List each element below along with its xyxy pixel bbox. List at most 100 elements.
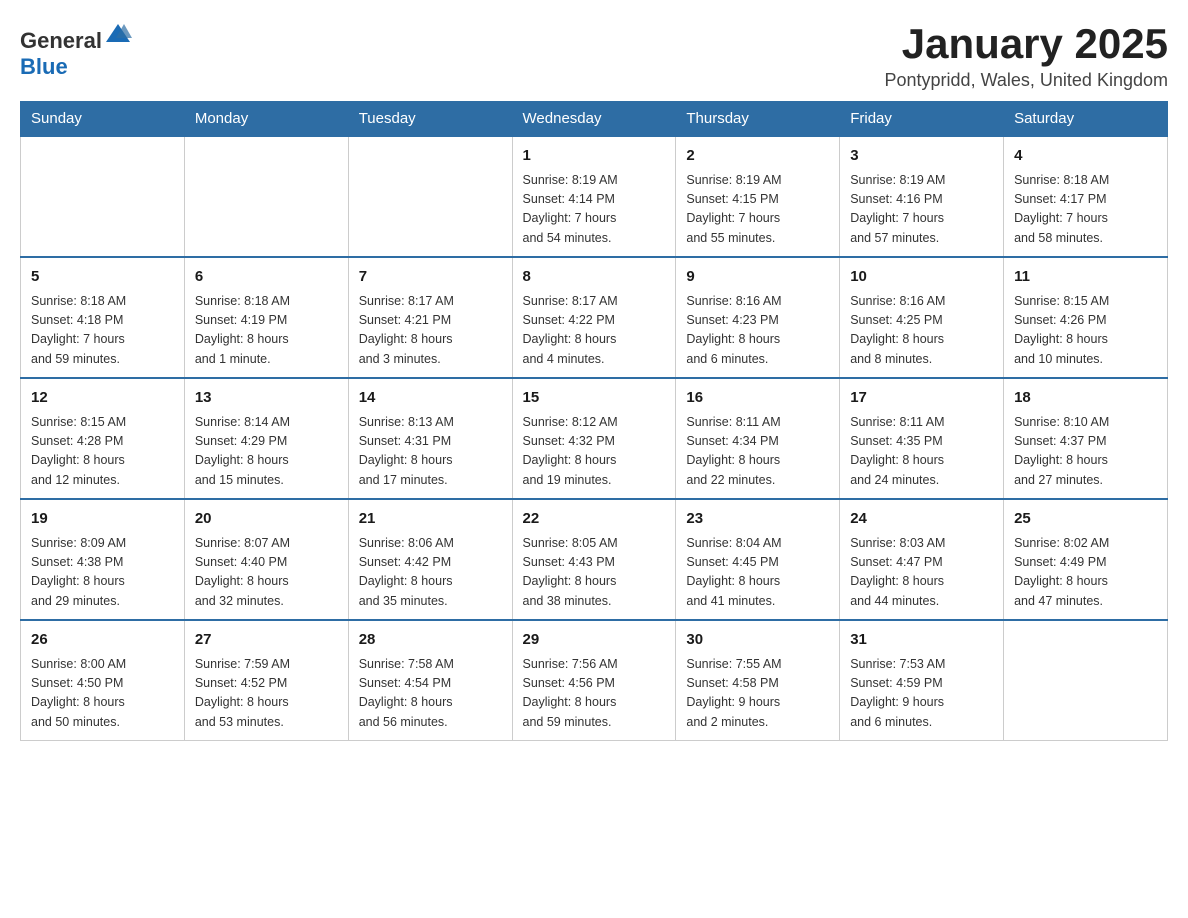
weekday-header-thursday: Thursday: [676, 102, 840, 137]
day-number: 13: [195, 387, 338, 410]
calendar-cell: 14 Sunrise: 8:13 AM Sunset: 4:31 PM Dayli…: [348, 378, 512, 499]
calendar-cell: 12Sunrise: 8:15 AM Sunset: 4:28 PM Dayli…: [21, 378, 185, 499]
day-number: 11: [1014, 266, 1157, 289]
day-number: 23: [686, 508, 829, 531]
day-info: Sunrise: 8:00 AM Sunset: 4:50 PM Dayligh…: [31, 655, 174, 733]
calendar-cell: 9Sunrise: 8:16 AM Sunset: 4:23 PM Daylig…: [676, 257, 840, 378]
day-number: 5: [31, 266, 174, 289]
calendar-cell: 28 Sunrise: 7:58 AM Sunset: 4:54 PM Dayli…: [348, 620, 512, 741]
logo: General Blue: [20, 20, 132, 80]
day-info: Sunrise: 8:13 AM Sunset: 4:31 PM Dayligh…: [359, 413, 502, 491]
calendar-week-2: 5 Sunrise: 8:18 AM Sunset: 4:18 PM Daylig…: [21, 257, 1168, 378]
day-info: Sunrise: 7:55 AM Sunset: 4:58 PM Dayligh…: [686, 655, 829, 733]
calendar-week-3: 12Sunrise: 8:15 AM Sunset: 4:28 PM Dayli…: [21, 378, 1168, 499]
day-info: Sunrise: 8:06 AM Sunset: 4:42 PM Dayligh…: [359, 534, 502, 612]
calendar-cell: 8 Sunrise: 8:17 AM Sunset: 4:22 PM Daylig…: [512, 257, 676, 378]
calendar-cell: 15Sunrise: 8:12 AM Sunset: 4:32 PM Dayli…: [512, 378, 676, 499]
logo-icon: [104, 20, 132, 48]
day-number: 20: [195, 508, 338, 531]
day-number: 24: [850, 508, 993, 531]
page-header: General Blue January 2025 Pontypridd, Wa…: [20, 20, 1168, 91]
day-number: 29: [523, 629, 666, 652]
logo-general: General: [20, 28, 102, 53]
day-info: Sunrise: 8:17 AM Sunset: 4:22 PM Dayligh…: [523, 292, 666, 370]
calendar-cell: 16 Sunrise: 8:11 AM Sunset: 4:34 PM Dayli…: [676, 378, 840, 499]
day-number: 4: [1014, 145, 1157, 168]
day-info: Sunrise: 8:17 AM Sunset: 4:21 PM Dayligh…: [359, 292, 502, 370]
day-info: Sunrise: 7:59 AM Sunset: 4:52 PM Dayligh…: [195, 655, 338, 733]
day-info: Sunrise: 7:58 AM Sunset: 4:54 PM Dayligh…: [359, 655, 502, 733]
day-info: Sunrise: 8:03 AM Sunset: 4:47 PM Dayligh…: [850, 534, 993, 612]
day-number: 14: [359, 387, 502, 410]
day-info: Sunrise: 8:10 AM Sunset: 4:37 PM Dayligh…: [1014, 413, 1157, 491]
day-number: 3: [850, 145, 993, 168]
logo-blue: Blue: [20, 54, 68, 79]
calendar-cell: 23 Sunrise: 8:04 AM Sunset: 4:45 PM Dayli…: [676, 499, 840, 620]
day-number: 31: [850, 629, 993, 652]
calendar-cell: 7Sunrise: 8:17 AM Sunset: 4:21 PM Daylig…: [348, 257, 512, 378]
day-info: Sunrise: 7:56 AM Sunset: 4:56 PM Dayligh…: [523, 655, 666, 733]
weekday-header-wednesday: Wednesday: [512, 102, 676, 137]
day-number: 6: [195, 266, 338, 289]
calendar-cell: 2Sunrise: 8:19 AM Sunset: 4:15 PM Daylig…: [676, 136, 840, 257]
day-number: 25: [1014, 508, 1157, 531]
calendar-cell: 1Sunrise: 8:19 AM Sunset: 4:14 PM Daylig…: [512, 136, 676, 257]
weekday-header-saturday: Saturday: [1004, 102, 1168, 137]
day-number: 26: [31, 629, 174, 652]
calendar-week-4: 19Sunrise: 8:09 AM Sunset: 4:38 PM Dayli…: [21, 499, 1168, 620]
day-number: 10: [850, 266, 993, 289]
day-number: 18: [1014, 387, 1157, 410]
calendar-cell: 20 Sunrise: 8:07 AM Sunset: 4:40 PM Dayli…: [184, 499, 348, 620]
location: Pontypridd, Wales, United Kingdom: [885, 70, 1168, 91]
day-info: Sunrise: 8:18 AM Sunset: 4:18 PM Dayligh…: [31, 292, 174, 370]
day-info: Sunrise: 8:19 AM Sunset: 4:14 PM Dayligh…: [523, 171, 666, 249]
day-number: 30: [686, 629, 829, 652]
day-info: Sunrise: 8:19 AM Sunset: 4:16 PM Dayligh…: [850, 171, 993, 249]
calendar-week-5: 26 Sunrise: 8:00 AM Sunset: 4:50 PM Dayli…: [21, 620, 1168, 741]
day-info: Sunrise: 8:18 AM Sunset: 4:19 PM Dayligh…: [195, 292, 338, 370]
day-number: 17: [850, 387, 993, 410]
day-number: 8: [523, 266, 666, 289]
day-info: Sunrise: 8:16 AM Sunset: 4:23 PM Dayligh…: [686, 292, 829, 370]
day-info: Sunrise: 8:11 AM Sunset: 4:35 PM Dayligh…: [850, 413, 993, 491]
day-info: Sunrise: 8:16 AM Sunset: 4:25 PM Dayligh…: [850, 292, 993, 370]
weekday-header-sunday: Sunday: [21, 102, 185, 137]
day-info: Sunrise: 8:02 AM Sunset: 4:49 PM Dayligh…: [1014, 534, 1157, 612]
calendar-cell: [21, 136, 185, 257]
day-number: 16: [686, 387, 829, 410]
day-number: 15: [523, 387, 666, 410]
calendar-cell: 11 Sunrise: 8:15 AM Sunset: 4:26 PM Dayli…: [1004, 257, 1168, 378]
day-number: 2: [686, 145, 829, 168]
calendar-cell: 24 Sunrise: 8:03 AM Sunset: 4:47 PM Dayli…: [840, 499, 1004, 620]
day-number: 12: [31, 387, 174, 410]
day-info: Sunrise: 8:15 AM Sunset: 4:26 PM Dayligh…: [1014, 292, 1157, 370]
calendar-cell: 13 Sunrise: 8:14 AM Sunset: 4:29 PM Dayli…: [184, 378, 348, 499]
day-number: 19: [31, 508, 174, 531]
day-info: Sunrise: 7:53 AM Sunset: 4:59 PM Dayligh…: [850, 655, 993, 733]
calendar-cell: 30 Sunrise: 7:55 AM Sunset: 4:58 PM Dayli…: [676, 620, 840, 741]
calendar-table: SundayMondayTuesdayWednesdayThursdayFrid…: [20, 101, 1168, 741]
day-info: Sunrise: 8:07 AM Sunset: 4:40 PM Dayligh…: [195, 534, 338, 612]
calendar-cell: 6 Sunrise: 8:18 AM Sunset: 4:19 PM Daylig…: [184, 257, 348, 378]
calendar-cell: 17 Sunrise: 8:11 AM Sunset: 4:35 PM Dayli…: [840, 378, 1004, 499]
day-info: Sunrise: 8:04 AM Sunset: 4:45 PM Dayligh…: [686, 534, 829, 612]
day-number: 28: [359, 629, 502, 652]
calendar-cell: 10 Sunrise: 8:16 AM Sunset: 4:25 PM Dayli…: [840, 257, 1004, 378]
calendar-cell: 19Sunrise: 8:09 AM Sunset: 4:38 PM Dayli…: [21, 499, 185, 620]
weekday-header-monday: Monday: [184, 102, 348, 137]
calendar-cell: 18 Sunrise: 8:10 AM Sunset: 4:37 PM Dayli…: [1004, 378, 1168, 499]
calendar-cell: [1004, 620, 1168, 741]
calendar-cell: 4Sunrise: 8:18 AM Sunset: 4:17 PM Daylig…: [1004, 136, 1168, 257]
calendar-cell: [348, 136, 512, 257]
weekday-header-tuesday: Tuesday: [348, 102, 512, 137]
logo-text: General Blue: [20, 20, 132, 80]
calendar-cell: [184, 136, 348, 257]
day-number: 27: [195, 629, 338, 652]
calendar-cell: 5 Sunrise: 8:18 AM Sunset: 4:18 PM Daylig…: [21, 257, 185, 378]
weekday-header-friday: Friday: [840, 102, 1004, 137]
calendar-week-1: 1Sunrise: 8:19 AM Sunset: 4:14 PM Daylig…: [21, 136, 1168, 257]
calendar-cell: 25 Sunrise: 8:02 AM Sunset: 4:49 PM Dayli…: [1004, 499, 1168, 620]
day-info: Sunrise: 8:11 AM Sunset: 4:34 PM Dayligh…: [686, 413, 829, 491]
day-info: Sunrise: 8:14 AM Sunset: 4:29 PM Dayligh…: [195, 413, 338, 491]
calendar-cell: 21Sunrise: 8:06 AM Sunset: 4:42 PM Dayli…: [348, 499, 512, 620]
